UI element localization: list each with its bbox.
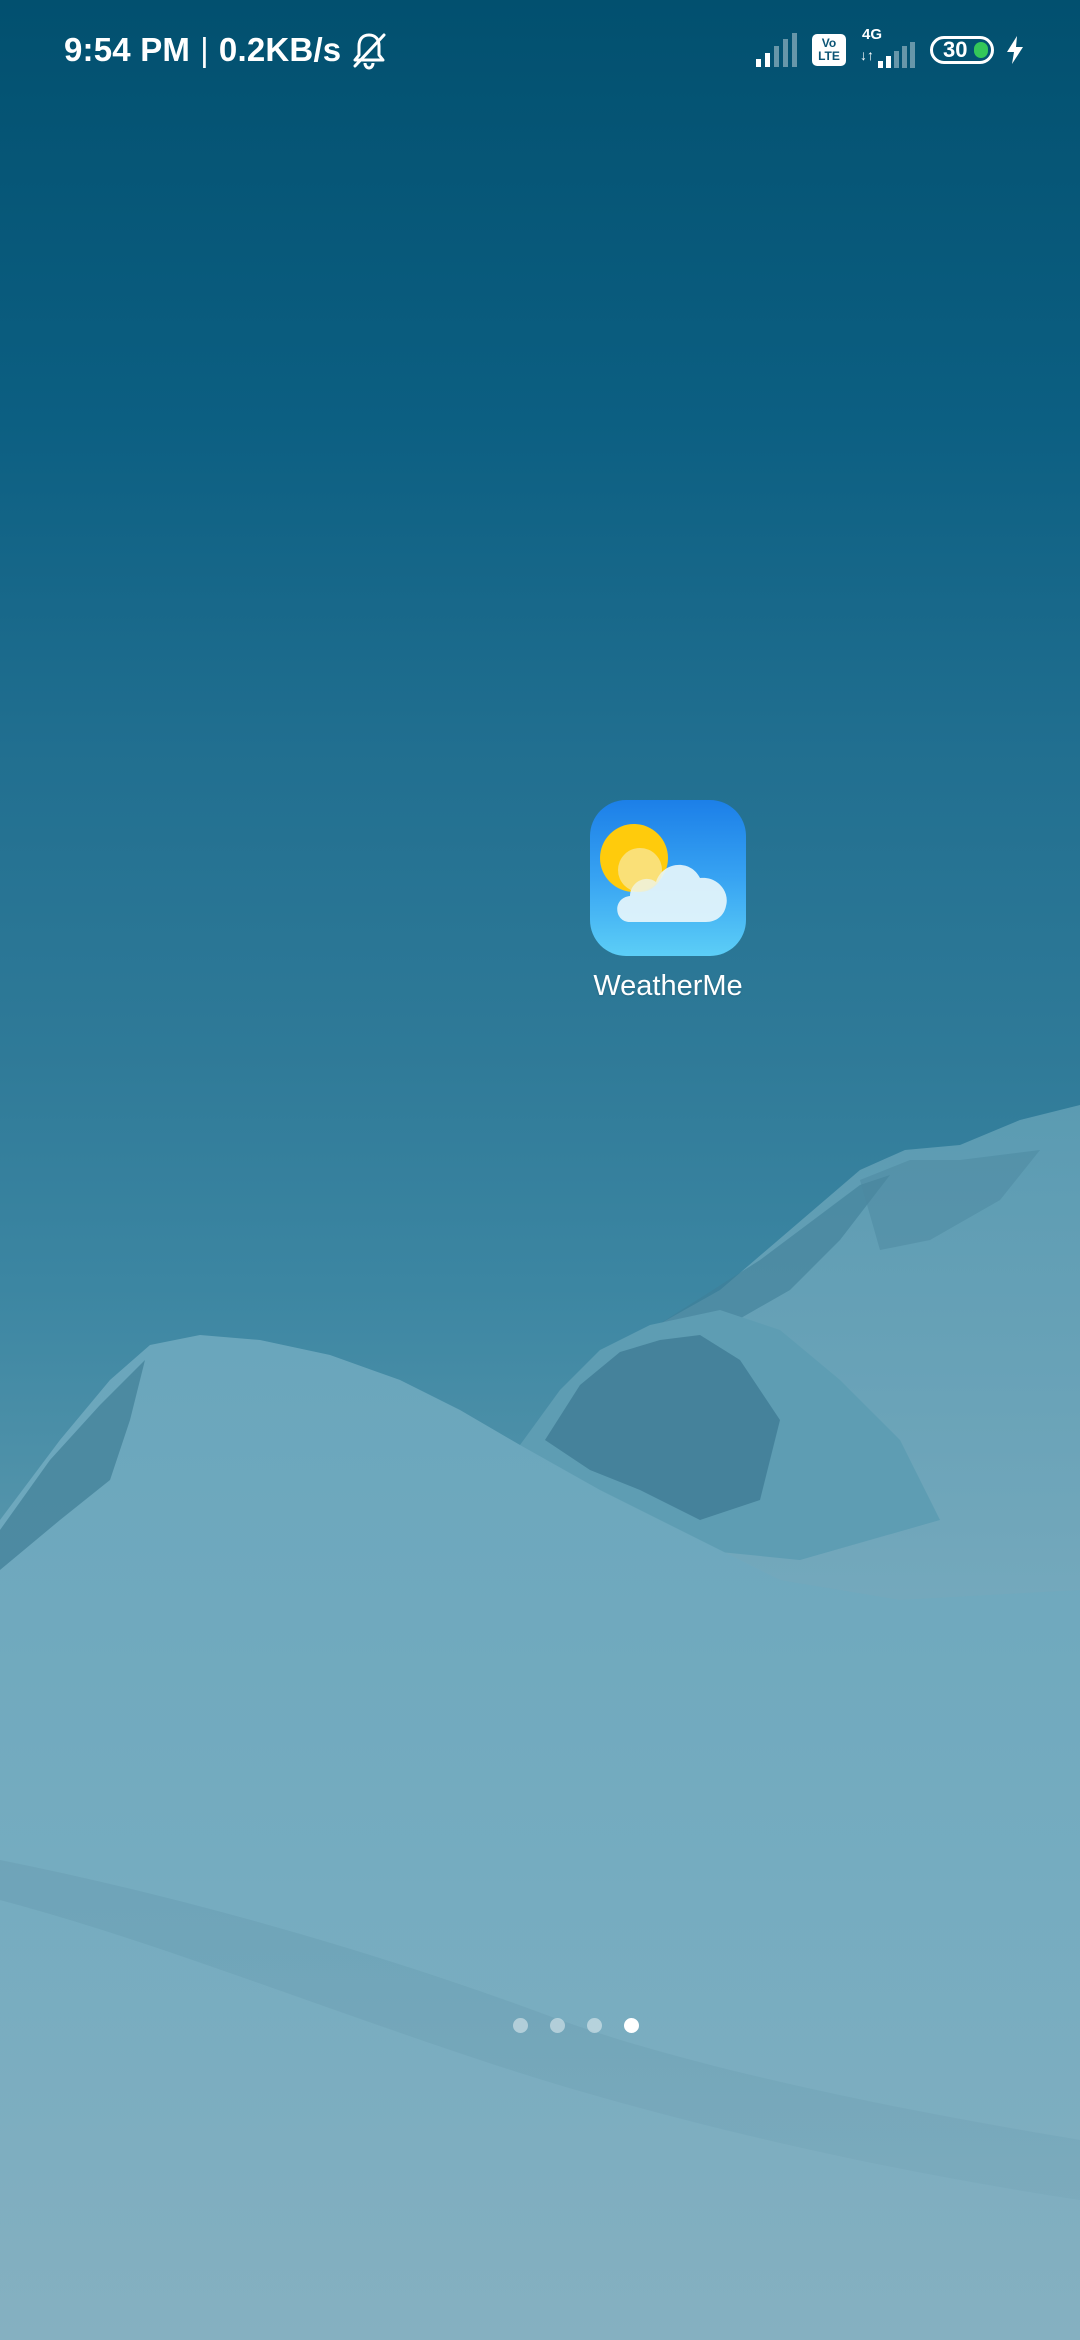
page-dot-2[interactable] — [550, 2018, 565, 2033]
volte-icon: Vo LTE — [812, 34, 846, 66]
page-dot-4-active[interactable] — [624, 2018, 639, 2033]
page-dot-3[interactable] — [587, 2018, 602, 2033]
app-label: WeatherMe — [593, 970, 743, 1002]
battery-icon: 30 — [930, 36, 994, 64]
weather-sun-cloud-icon[interactable] — [590, 800, 746, 956]
signal-icon — [756, 33, 797, 67]
4g-signal-icon: 4G ↓↑ — [860, 26, 916, 70]
page-indicator — [0, 2018, 1080, 2033]
status-separator: | — [200, 31, 209, 68]
page-dot-1[interactable] — [513, 2018, 528, 2033]
bell-muted-icon — [353, 33, 386, 70]
status-time: 9:54 PM — [64, 31, 191, 68]
status-bar: 9:54 PM | 0.2KB/s Vo LTE 4G ↓↑ 30 — [0, 0, 1080, 100]
charging-bolt-icon — [1007, 36, 1023, 64]
network-speed: 0.2KB/s — [218, 31, 342, 68]
wallpaper — [0, 1105, 1080, 2340]
4g-bars-icon — [878, 42, 915, 68]
network-type: 4G — [862, 26, 883, 43]
battery-fill — [974, 42, 988, 58]
network-arrows: ↓↑ — [860, 47, 874, 63]
app-weatherme[interactable]: WeatherMe — [578, 800, 758, 1003]
volte-bottom-text: LTE — [818, 49, 840, 63]
weather-icon-graphic — [600, 824, 727, 922]
status-bar-right: Vo LTE 4G ↓↑ 30 — [756, 26, 1026, 72]
status-bar-left: 9:54 PM | 0.2KB/s — [64, 26, 387, 74]
battery-level: 30 — [943, 37, 968, 62]
